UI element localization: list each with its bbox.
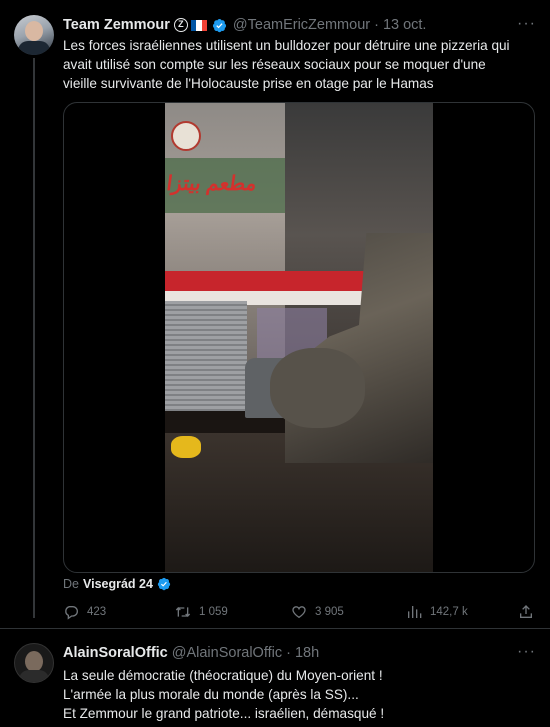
views-icon (408, 606, 422, 618)
z-logo-icon: Z (173, 18, 188, 32)
more-options-icon[interactable]: ··· (517, 643, 536, 661)
author-name[interactable]: Team Zemmour (63, 15, 170, 35)
reply-text-line: La seule démocratie (théocratique) du Mo… (63, 668, 383, 683)
repost-icon (175, 607, 191, 617)
reply-text: La seule démocratie (théocratique) du Mo… (63, 666, 384, 723)
reply-text-line: Et Zemmour le grand patriote... israélie… (63, 706, 385, 721)
like-button[interactable]: 3 905 (291, 604, 344, 620)
repost-count: 1 059 (199, 606, 228, 618)
share-icon (520, 605, 532, 618)
tweet-header: Team Zemmour Z @TeamEricZemmour · 13 oct… (63, 15, 426, 35)
reply-count: 423 (87, 606, 107, 618)
views-count: 142,7 k (430, 606, 468, 618)
clock-icon (171, 121, 201, 151)
thread-connector-line (33, 58, 35, 618)
share-button[interactable] (518, 604, 542, 620)
tweet-text-line: Les forces israéliennes utilisent un bul… (63, 38, 510, 53)
tweet-date[interactable]: 13 oct. (383, 15, 427, 35)
verified-badge-icon (212, 18, 226, 32)
france-flag-icon (190, 19, 207, 31)
author-handle[interactable]: @TeamEricZemmour (233, 15, 370, 35)
tweet-text: Les forces israéliennes utilisent un bul… (63, 36, 538, 93)
verified-badge-icon (157, 577, 171, 591)
tweet-text-line: avait utilisé son compte sur les réseaux… (63, 57, 486, 72)
heart-icon (292, 606, 306, 619)
separator-dot: · (286, 645, 291, 661)
views-button[interactable]: 142,7 k (406, 604, 468, 620)
reply-author-avatar[interactable] (14, 643, 54, 683)
repost-button[interactable]: 1 059 (175, 604, 228, 620)
video-player[interactable]: ﻣﻄﻌﻢ ﺑﻴﺘﺰﺍ (63, 102, 535, 573)
reply-icon (65, 606, 78, 620)
media-source: De Visegrád 24 (63, 576, 171, 592)
author-avatar[interactable] (14, 15, 54, 55)
source-name[interactable]: Visegrád 24 (83, 576, 153, 592)
reply-time[interactable]: 18h (295, 643, 319, 663)
shop-sign-text: ﻣﻄﻌﻢ ﺑﻴﺘﺰﺍ (165, 173, 259, 195)
tweet-actions: 423 1 059 3 905 142,7 k (63, 604, 538, 622)
reply-author-handle[interactable]: @AlainSoralOffic (172, 643, 282, 663)
reply-header: AlainSoralOffic @AlainSoralOffic · 18h (63, 643, 319, 663)
reply-author-name[interactable]: AlainSoralOffic (63, 643, 168, 663)
source-prefix: De (63, 577, 79, 591)
reply-text-line: L'armée la plus morale du monde (après l… (63, 687, 359, 702)
separator-dot: · (374, 17, 379, 33)
more-options-icon[interactable]: ··· (517, 15, 536, 33)
video-frame[interactable]: ﻣﻄﻌﻢ ﺑﻴﺘﺰﺍ (165, 103, 433, 572)
tweet-text-line: vieille survivante de l'Holocauste prise… (63, 76, 434, 91)
reply-button[interactable]: 423 (63, 604, 106, 620)
like-count: 3 905 (315, 606, 344, 618)
tweet-divider (0, 628, 550, 629)
